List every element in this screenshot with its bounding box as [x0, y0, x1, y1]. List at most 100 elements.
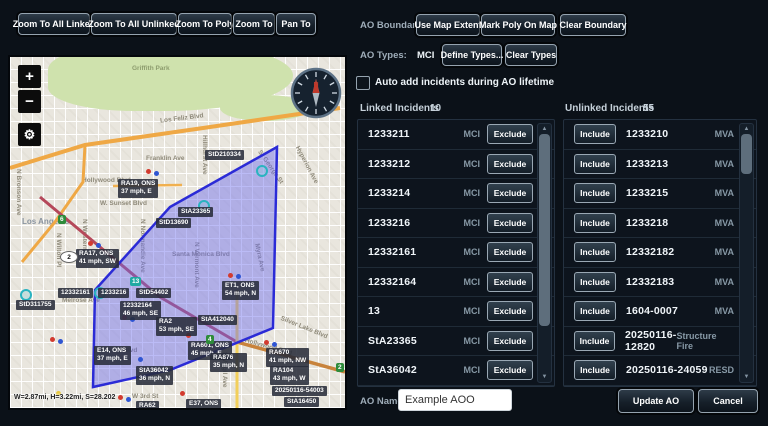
- include-button[interactable]: Include: [574, 153, 616, 174]
- vehicle-marker[interactable]: [50, 337, 55, 342]
- include-button[interactable]: Include: [574, 330, 616, 351]
- exclude-button[interactable]: Exclude: [487, 330, 533, 351]
- incident-label[interactable]: E14, ONS 37 mph, E: [94, 346, 131, 365]
- incident-label[interactable]: StD311755: [16, 300, 55, 311]
- linked-row[interactable]: 1233214 MCI Exclude: [358, 179, 554, 209]
- include-button[interactable]: Include: [574, 271, 616, 292]
- vehicle-marker[interactable]: [138, 357, 143, 362]
- zoom-to-poly-button[interactable]: Zoom To Poly: [176, 13, 234, 35]
- include-button[interactable]: Include: [574, 212, 616, 233]
- incident-label[interactable]: StD210334: [205, 150, 244, 161]
- unlinked-row[interactable]: Include 1604-0007 MVA: [564, 297, 756, 327]
- vehicle-marker[interactable]: [180, 391, 185, 396]
- scroll-up-icon[interactable]: ▲: [538, 125, 551, 133]
- incident-badge[interactable]: 13: [130, 277, 142, 286]
- vehicle-marker[interactable]: [272, 342, 277, 347]
- exclude-button[interactable]: Exclude: [487, 271, 533, 292]
- scroll-up-icon[interactable]: ▲: [740, 125, 753, 133]
- linked-row[interactable]: 1233212 MCI Exclude: [358, 150, 554, 179]
- linked-list-scrollbar[interactable]: ▲ ▼: [537, 123, 552, 383]
- incident-label[interactable]: RA670 41 mph, NW: [266, 348, 310, 367]
- exclude-button[interactable]: Exclude: [487, 183, 533, 204]
- exclude-button[interactable]: Exclude: [487, 124, 533, 145]
- clear-boundary-button[interactable]: Clear Boundary: [559, 14, 627, 36]
- scrollbar-thumb[interactable]: [539, 134, 550, 326]
- include-button[interactable]: Include: [574, 360, 616, 381]
- incident-label[interactable]: RA2 53 mph, SE: [156, 317, 198, 336]
- include-button[interactable]: Include: [574, 242, 616, 263]
- vehicle-marker[interactable]: [58, 339, 63, 344]
- linked-row[interactable]: 1233211 MCI Exclude: [358, 120, 554, 150]
- scroll-down-icon[interactable]: ▼: [740, 373, 753, 381]
- incident-label[interactable]: E37, ONS: [186, 399, 222, 408]
- ao-name-input[interactable]: [398, 389, 512, 411]
- define-types-button[interactable]: Define Types...: [441, 44, 503, 66]
- include-button[interactable]: Include: [574, 301, 616, 322]
- mark-poly-on-map-button[interactable]: Mark Poly On Map: [479, 14, 557, 36]
- vehicle-marker[interactable]: [118, 395, 123, 400]
- unlinked-row[interactable]: Include 1233218 MVA: [564, 209, 756, 238]
- vehicle-marker[interactable]: [228, 273, 233, 278]
- unlinked-list-scrollbar[interactable]: ▲ ▼: [739, 123, 754, 383]
- exclude-button[interactable]: Exclude: [487, 301, 533, 322]
- incident-label[interactable]: RA17, ONS 41 mph, SW: [76, 249, 119, 268]
- vehicle-marker[interactable]: [126, 397, 131, 402]
- incident-label[interactable]: StD54402: [136, 288, 172, 299]
- include-button[interactable]: Include: [574, 124, 616, 145]
- unlinked-row[interactable]: Include 12332182 MVA: [564, 238, 756, 268]
- vehicle-marker[interactable]: [236, 274, 241, 279]
- incident-label[interactable]: StA36042 36 mph, N: [136, 366, 174, 385]
- scrollbar-thumb[interactable]: [741, 134, 752, 174]
- linked-row[interactable]: StA36042 MCI Exclude: [358, 356, 554, 386]
- incident-label[interactable]: 1233216: [98, 288, 130, 299]
- exclude-button[interactable]: Exclude: [487, 360, 533, 381]
- map-canvas[interactable]: Griffith Park Los Feliz Blvd Franklin Av…: [10, 57, 345, 408]
- linked-row[interactable]: 12332164 MCI Exclude: [358, 268, 554, 297]
- map-settings-gear-icon[interactable]: ⚙: [18, 123, 41, 146]
- include-button[interactable]: Include: [574, 183, 616, 204]
- incident-label[interactable]: RA62: [136, 401, 159, 408]
- vehicle-marker[interactable]: [264, 340, 269, 345]
- zoom-to-button[interactable]: Zoom To: [233, 13, 275, 35]
- unlinked-row[interactable]: Include 1233210 MVA: [564, 120, 756, 150]
- exclude-button[interactable]: Exclude: [487, 212, 533, 233]
- zoom-to-all-unlinked-button[interactable]: Zoom To All Unlinked: [88, 13, 180, 35]
- vehicle-marker[interactable]: [88, 241, 93, 246]
- incident-label[interactable]: StA16450: [284, 397, 320, 408]
- unlinked-row[interactable]: Include 1233213 MVA: [564, 150, 756, 179]
- cancel-button[interactable]: Cancel: [698, 389, 758, 413]
- incident-ring-marker[interactable]: [256, 165, 268, 177]
- incident-label[interactable]: StA412040: [198, 315, 237, 326]
- linked-row[interactable]: 1233216 MCI Exclude: [358, 209, 554, 238]
- incident-label[interactable]: 12332161: [58, 288, 93, 299]
- unlinked-row[interactable]: Include 20250116-24059 RESD: [564, 356, 756, 386]
- incident-label[interactable]: 12332164 46 mph, SE: [120, 301, 162, 320]
- vehicle-marker[interactable]: [96, 243, 101, 248]
- linked-row[interactable]: StA23365 MCI Exclude: [358, 327, 554, 356]
- unlinked-row[interactable]: Include 12332183 MVA: [564, 268, 756, 297]
- zoom-to-all-linked-button[interactable]: Zoom To All Linked: [13, 13, 95, 35]
- map-zoom-out-button[interactable]: −: [18, 90, 41, 113]
- incident-label[interactable]: RA876 35 mph, N: [210, 353, 248, 372]
- exclude-button[interactable]: Exclude: [487, 242, 533, 263]
- unlinked-row[interactable]: Include 20250116-12820 Structure Fire: [564, 327, 756, 356]
- linked-row[interactable]: 12332161 MCI Exclude: [358, 238, 554, 268]
- map-zoom-in-button[interactable]: +: [18, 65, 41, 88]
- incident-label[interactable]: StA23365: [178, 207, 214, 218]
- clear-types-button[interactable]: Clear Types: [505, 44, 557, 66]
- incident-label[interactable]: ET1, ONS 54 mph, N: [222, 281, 260, 300]
- incident-label[interactable]: RA104 43 mph, W: [270, 366, 309, 385]
- update-ao-button[interactable]: Update AO: [618, 389, 694, 413]
- vehicle-marker[interactable]: [154, 171, 159, 176]
- auto-add-checkbox[interactable]: [356, 76, 370, 90]
- unlinked-row[interactable]: Include 1233215 MVA: [564, 179, 756, 209]
- incident-label[interactable]: StD13690: [156, 218, 192, 229]
- exclude-button[interactable]: Exclude: [487, 153, 533, 174]
- pan-to-button[interactable]: Pan To: [276, 13, 316, 35]
- vehicle-marker[interactable]: [146, 169, 151, 174]
- linked-row[interactable]: 13 MCI Exclude: [358, 297, 554, 327]
- incident-label[interactable]: 20250116-54003: [272, 386, 327, 397]
- use-map-extent-button[interactable]: Use Map Extent: [414, 14, 482, 36]
- incident-label[interactable]: RA19, ONS 37 mph, E: [118, 179, 159, 198]
- compass-widget[interactable]: N: [290, 67, 342, 119]
